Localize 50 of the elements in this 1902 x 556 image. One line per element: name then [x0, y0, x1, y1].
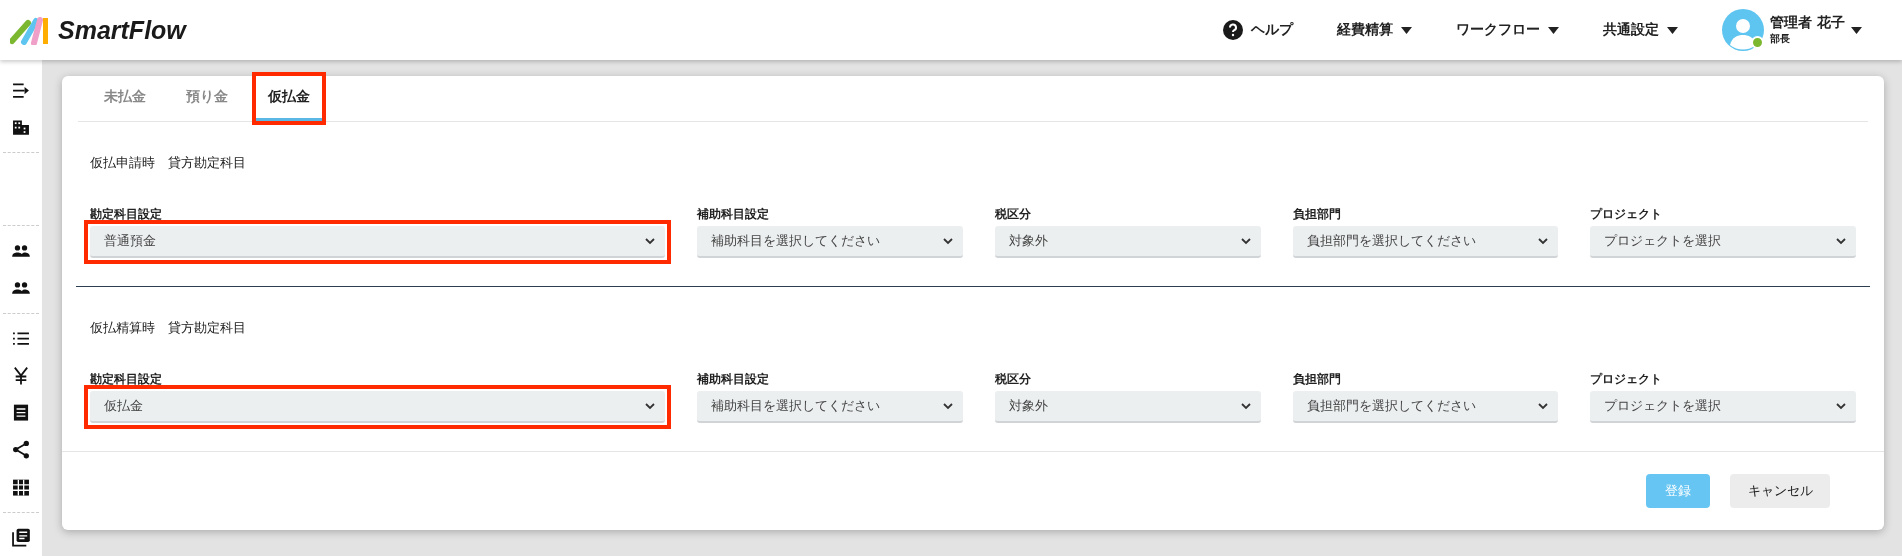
section-title: 仮払精算時 貸方勘定科目	[90, 319, 247, 337]
section-title: 仮払申請時 貸方勘定科目	[90, 154, 247, 172]
select-field[interactable]: 補助科目を選択してください	[697, 226, 963, 258]
field-label: 税区分	[994, 371, 1032, 388]
select-field[interactable]: 普通預金	[90, 226, 665, 258]
tab[interactable]: 預り金	[174, 76, 240, 121]
field-label: 負担部門	[1292, 371, 1342, 388]
chevron-icon	[942, 402, 953, 410]
share-icon[interactable]	[10, 439, 32, 461]
nav-menu[interactable]: ワークフロー	[1456, 21, 1560, 39]
chevron-icon	[942, 237, 953, 245]
field-label: 補助科目設定	[697, 371, 770, 388]
caret-icon	[1667, 26, 1679, 34]
user-role: 部長	[1770, 32, 1792, 46]
logo-icon	[10, 15, 50, 45]
help-link[interactable]: ヘルプ	[1223, 20, 1294, 40]
field-label: 負担部門	[1292, 206, 1342, 223]
select-field[interactable]: 負担部門を選択してください	[1292, 391, 1559, 423]
select-field[interactable]: 対象外	[994, 226, 1261, 258]
chevron-icon	[645, 237, 655, 245]
tab[interactable]: 未払金	[92, 76, 158, 121]
nav-menu[interactable]: 共通設定	[1603, 21, 1679, 39]
chevron-icon	[1240, 237, 1251, 245]
field-label: 勘定科目設定	[90, 371, 163, 388]
select-field[interactable]: 補助科目を選択してください	[697, 391, 963, 423]
chevron-icon	[645, 402, 655, 410]
cancel-button[interactable]: キャンセル	[1730, 474, 1830, 508]
chevron-icon	[1836, 402, 1846, 410]
nav-menu[interactable]: 経費精算	[1337, 21, 1413, 39]
caret-icon	[1851, 26, 1862, 34]
caret-icon	[1548, 26, 1560, 34]
chevron-icon	[1538, 402, 1549, 410]
library-icon[interactable]	[10, 526, 32, 548]
help-icon	[1223, 20, 1244, 40]
chevron-icon	[1538, 237, 1549, 245]
field-label: プロジェクト	[1590, 371, 1664, 388]
select-field[interactable]: プロジェクトを選択	[1590, 391, 1856, 423]
select-field[interactable]: 負担部門を選択してください	[1292, 226, 1559, 258]
chevron-icon	[1836, 237, 1846, 245]
select-field[interactable]: 仮払金	[90, 391, 665, 423]
field-label: 補助科目設定	[697, 206, 770, 223]
field-label: 税区分	[994, 206, 1032, 223]
chevron-icon	[1240, 402, 1251, 410]
field-label: プロジェクト	[1590, 206, 1664, 223]
select-field[interactable]: 対象外	[994, 391, 1261, 423]
user-name[interactable]: 管理者 花子	[1770, 14, 1845, 32]
caret-icon	[1401, 26, 1413, 34]
select-field[interactable]: プロジェクトを選択	[1590, 226, 1856, 258]
logo-text: SmartFlow	[58, 15, 186, 45]
field-label: 勘定科目設定	[90, 206, 163, 223]
